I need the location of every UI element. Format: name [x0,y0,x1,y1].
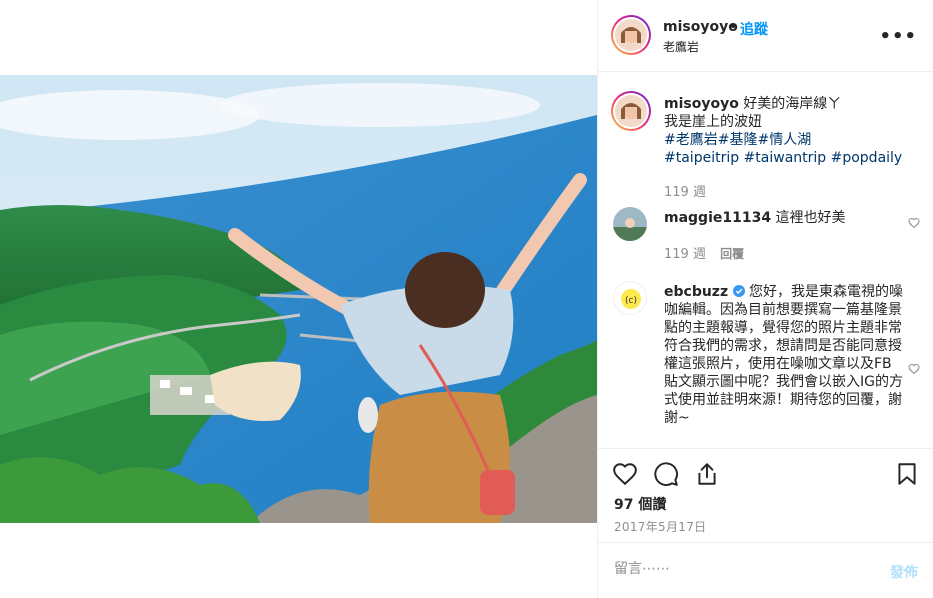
likes-count[interactable]: 97 個讚 [614,494,666,514]
svg-text:(c): (c) [625,296,637,306]
post-details-panel: misoyoyo • 追蹤 老鷹岩 ••• misoyoyo 好美的海岸線ㄚ 我… [597,0,933,598]
comment-meta: 119 週 回覆 [664,243,744,262]
post-date: 2017年5月17日 [614,520,707,534]
author-avatar[interactable] [611,15,651,55]
post-actions: 97 個讚 2017年5月17日 [598,448,933,542]
comment-text: maggie11134 這裡也好美 [664,209,904,227]
author-username[interactable]: misoyoyo [663,19,738,35]
comment-age: 119 週 [664,247,706,262]
add-comment-bar: 發佈 [598,542,933,598]
caption-avatar[interactable] [611,91,651,131]
avatar-image [613,207,647,241]
comments-list[interactable]: misoyoyo 好美的海岸線ㄚ 我是崖上的波妞 #老鷹岩#基隆#情人湖 #ta… [598,73,933,448]
ebcbuzz-logo-icon: (c) [614,282,646,314]
more-options-icon[interactable]: ••• [879,26,917,47]
comment-bubble-icon[interactable] [653,461,679,487]
post-photo[interactable] [0,75,597,523]
commenter-avatar[interactable]: (c) [613,281,647,315]
comment-username[interactable]: ebcbuzz [664,284,728,300]
comment-input[interactable] [614,561,864,577]
caption-hashtags-2[interactable]: #taipeitrip #taiwantrip #popdaily [664,149,904,167]
verified-badge-icon [732,285,745,297]
comment-body: 這裡也好美 [775,210,846,226]
caption-username[interactable]: misoyoyo [664,96,739,112]
post-photo-illustration [0,75,597,523]
follow-button[interactable]: 追蹤 [740,19,768,39]
separator-dot: • [729,19,738,35]
like-comment-icon[interactable] [908,363,920,375]
bookmark-icon[interactable] [894,461,920,487]
comment-text: ebcbuzz 您好，我是東森電視的噪咖編輯。因為目前想要撰寫一篇基隆景點的主題… [664,283,904,427]
photo-area [0,0,597,598]
location-link[interactable]: 老鷹岩 [663,38,699,55]
commenter-avatar[interactable] [613,207,647,241]
caption-text: misoyoyo 好美的海岸線ㄚ 我是崖上的波妞 #老鷹岩#基隆#情人湖 #ta… [664,95,904,167]
like-comment-icon[interactable] [908,217,920,229]
post-header: misoyoyo • 追蹤 老鷹岩 ••• [598,0,933,72]
avatar-image [615,95,647,127]
post-comment-button[interactable]: 發佈 [890,562,918,582]
caption-line1: 好美的海岸線ㄚ [743,96,842,112]
comment-body: 您好，我是東森電視的噪咖編輯。因為目前想要撰寫一篇基隆景點的主題報導，覺得您的照… [664,284,904,426]
share-icon[interactable] [694,461,720,487]
like-heart-icon[interactable] [612,461,638,487]
comment-username[interactable]: maggie11134 [664,210,771,226]
avatar-image [615,19,647,51]
caption-age: 119 週 [664,185,706,200]
reply-button[interactable]: 回覆 [720,247,744,261]
caption-line2: 我是崖上的波妞 [664,114,762,130]
caption-hashtags-1[interactable]: #老鷹岩#基隆#情人湖 [664,131,904,149]
